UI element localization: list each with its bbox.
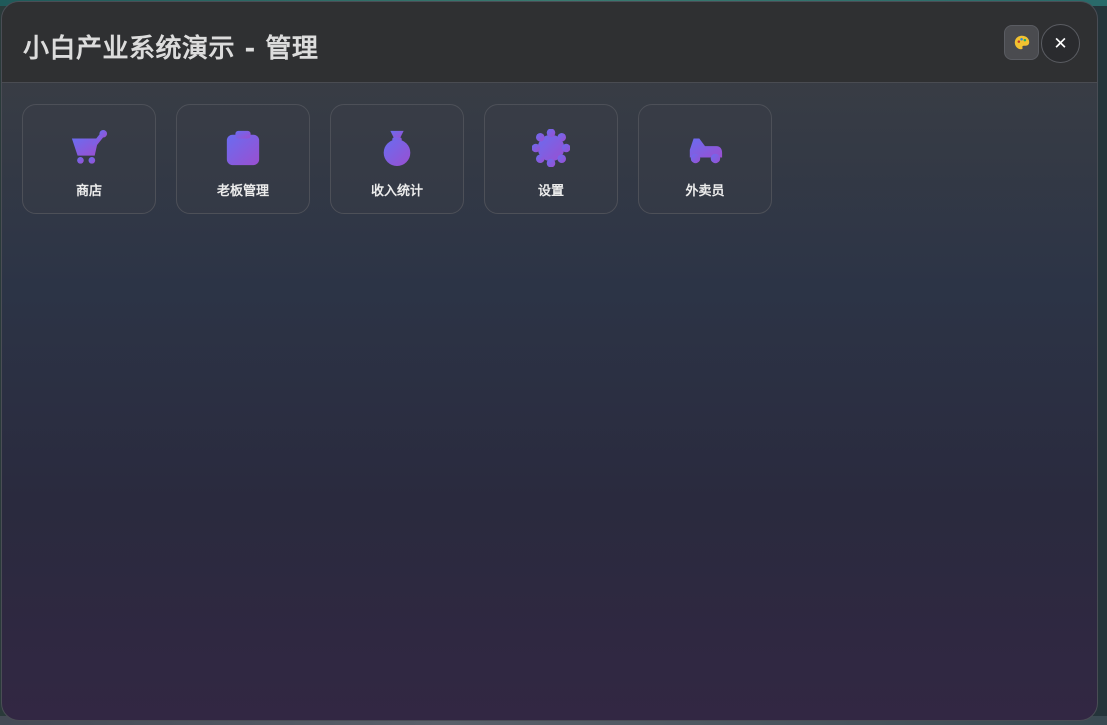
tile-boss-management[interactable]: 老板管理 — [176, 104, 310, 214]
tile-label: 商店 — [75, 184, 102, 199]
delivery-scooter-icon — [689, 138, 723, 164]
palette-icon — [1014, 35, 1029, 49]
title-bar: 小白产业系统演示 - 管理 ✕ — [2, 2, 1097, 83]
money-bag-icon — [383, 130, 411, 167]
close-button[interactable]: ✕ — [1041, 24, 1080, 63]
tile-shop[interactable]: 商店 — [22, 104, 156, 214]
tile-label: 收入统计 — [370, 184, 423, 199]
tile-label: 设置 — [537, 184, 564, 199]
tile-label: 外卖员 — [685, 184, 725, 199]
gear-icon — [532, 129, 570, 167]
close-icon: ✕ — [1053, 33, 1068, 54]
tile-income-stats[interactable]: 收入统计 — [330, 104, 464, 214]
tile-settings[interactable]: 设置 — [484, 104, 618, 214]
app-window: 小白产业系统演示 - 管理 ✕ 商店 老板管理 收入统计 设置 外卖员 — [1, 1, 1098, 721]
cart-icon — [71, 129, 108, 164]
clipboard-icon — [226, 130, 260, 166]
theme-button[interactable] — [1004, 25, 1039, 60]
tile-label: 老板管理 — [216, 184, 269, 199]
window-title: 小白产业系统演示 - 管理 — [23, 34, 319, 64]
tile-delivery-rider[interactable]: 外卖员 — [638, 104, 772, 214]
